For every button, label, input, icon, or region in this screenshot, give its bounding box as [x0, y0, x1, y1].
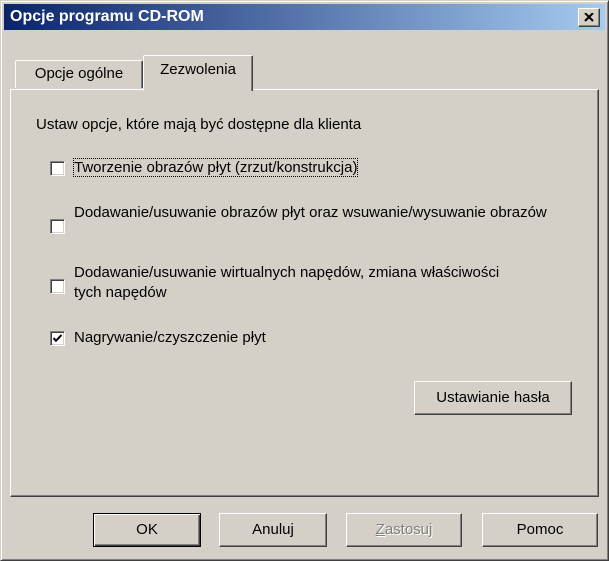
option-create-disc-images[interactable]: Tworzenie obrazów płyt (zrzut/konstrukcj… [50, 158, 570, 178]
add-remove-images-checkbox[interactable] [50, 219, 65, 234]
set-password-button[interactable]: Ustawianie hasła [414, 381, 572, 415]
option-burn-erase-discs[interactable]: Nagrywanie/czyszczenie płyt [50, 328, 570, 348]
virtual-drives-label: Dodawanie/usuwanie wirtualnych napędów, … [74, 264, 500, 301]
apply-button-mnemonic: Z [375, 521, 385, 538]
cancel-button[interactable]: Anuluj [219, 513, 327, 547]
close-button[interactable] [578, 8, 600, 27]
close-icon [584, 13, 594, 22]
option-virtual-drives[interactable]: Dodawanie/usuwanie wirtualnych napędów, … [50, 263, 570, 303]
tab-general-options-label: Opcje ogólne [34, 65, 124, 82]
create-disc-images-label: Tworzenie obrazów płyt (zrzut/konstrukcj… [72, 158, 359, 177]
create-disc-images-checkbox[interactable] [50, 161, 65, 176]
apply-button-label: astosuj [384, 521, 433, 538]
checkmark-icon [53, 334, 62, 343]
tab-permissions-label: Zezwolenia [160, 61, 236, 78]
window-title: Opcje programu CD-ROM [10, 8, 204, 25]
burn-erase-discs-label: Nagrywanie/czyszczenie płyt [74, 329, 266, 346]
help-button[interactable]: Pomoc [482, 513, 598, 547]
apply-button: Zastosuj [346, 513, 462, 547]
tab-general-options[interactable]: Opcje ogólne [15, 60, 143, 88]
add-remove-images-label: Dodawanie/usuwanie obrazów płyt oraz wsu… [74, 204, 547, 221]
ok-button[interactable]: OK [93, 513, 201, 547]
tab-permissions[interactable]: Zezwolenia [143, 55, 253, 91]
option-add-remove-images[interactable]: Dodawanie/usuwanie obrazów płyt oraz wsu… [50, 203, 570, 234]
permissions-intro: Ustaw opcje, które mają być dostępne dla… [36, 116, 362, 133]
burn-erase-discs-checkbox[interactable] [50, 331, 65, 346]
title-bar[interactable]: Opcje programu CD-ROM [4, 4, 605, 30]
virtual-drives-checkbox[interactable] [50, 279, 65, 294]
